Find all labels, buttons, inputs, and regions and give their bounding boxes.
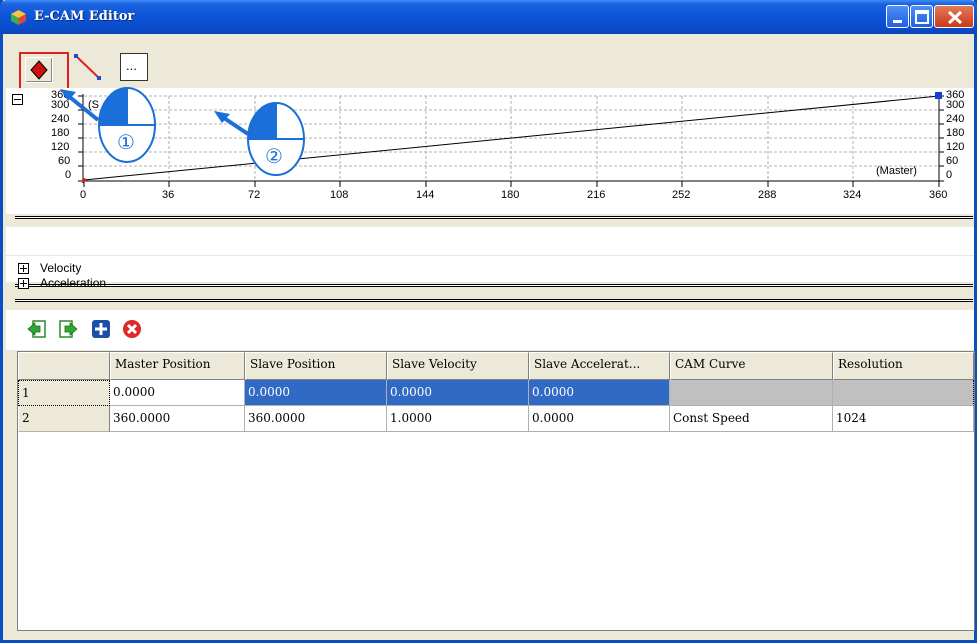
close-button[interactable] <box>934 5 974 28</box>
x-axis-label: (Master) <box>876 165 917 177</box>
column-header-resolution[interactable]: Resolution <box>833 352 974 380</box>
add-point-tool-button[interactable] <box>19 52 69 90</box>
column-header-slave-acceleration[interactable]: Slave Accelerat... <box>529 352 670 380</box>
slave-acceleration-cell[interactable]: 0.0000 <box>529 406 670 432</box>
cam-points-table: Master Position Slave Position Slave Vel… <box>17 351 975 631</box>
status-bar <box>6 631 974 640</box>
maximize-button[interactable] <box>910 5 933 28</box>
more-options-button[interactable]: ... <box>120 53 148 81</box>
cam-curve-cell[interactable]: Const Speed <box>670 406 833 432</box>
end-point <box>935 92 942 99</box>
y-tick-left: 0 <box>65 169 72 181</box>
x-tick: 324 <box>843 189 862 201</box>
point-tool-face <box>25 57 53 83</box>
minimize-icon <box>893 20 902 23</box>
velocity-header[interactable] <box>6 227 974 255</box>
column-header-slave-position[interactable]: Slave Position <box>245 352 387 380</box>
velocity-section-row <box>6 258 974 282</box>
row-index-cell[interactable]: 1 <box>18 380 110 406</box>
red-line-icon <box>74 54 101 80</box>
slave-acceleration-cell[interactable]: 0.0000 <box>529 380 670 406</box>
e-cam-editor-window: E-CAM Editor ... 360 300 240 180 120 60 … <box>0 0 977 643</box>
y-tick-right: 0 <box>946 169 953 181</box>
column-header-slave-velocity[interactable]: Slave Velocity <box>387 352 529 380</box>
more-options-label: ... <box>126 58 137 73</box>
position-chart[interactable] <box>6 88 974 214</box>
y-tick-right: 300 <box>946 99 965 111</box>
y-tick-right: 60 <box>946 155 959 167</box>
table-row[interactable]: 2 360.0000 360.0000 1.0000 0.0000 Const … <box>18 406 974 432</box>
table-header: Master Position Slave Position Slave Vel… <box>18 352 974 380</box>
x-tick: 180 <box>501 189 520 201</box>
acceleration-label[interactable]: Acceleration <box>40 276 106 290</box>
y-tick-left: 60 <box>58 155 71 167</box>
y-tick-right: 180 <box>946 127 965 139</box>
splitter[interactable] <box>15 284 973 287</box>
minimize-button[interactable] <box>886 5 909 28</box>
column-header-cam-curve[interactable]: CAM Curve <box>670 352 833 380</box>
splitter[interactable] <box>15 299 973 302</box>
y-tick-left: 180 <box>51 127 70 139</box>
red-diamond-point-icon <box>30 60 48 80</box>
row-index-cell[interactable]: 2 <box>18 406 110 432</box>
step-1-marker: ① <box>117 132 135 154</box>
y-tick-left: 300 <box>51 99 70 111</box>
velocity-expand-toggle[interactable] <box>18 263 29 274</box>
window-title: E-CAM Editor <box>34 9 135 24</box>
start-point <box>82 178 86 182</box>
x-tick: 72 <box>248 189 261 201</box>
x-tick: 288 <box>758 189 777 201</box>
close-icon <box>947 10 963 25</box>
x-tick: 36 <box>162 189 175 201</box>
master-position-cell[interactable]: 360.0000 <box>110 406 245 432</box>
column-header-master-position[interactable]: Master Position <box>110 352 245 380</box>
splitter[interactable] <box>15 216 973 219</box>
x-tick: 216 <box>587 189 606 201</box>
position-chart-panel: 360 300 240 180 120 60 0 (S 360 300 240 … <box>6 88 974 214</box>
y-tick-right: 120 <box>946 141 965 153</box>
editor-toolbar: ... <box>6 34 974 90</box>
column-header-index[interactable] <box>18 352 110 380</box>
x-tick: 252 <box>672 189 691 201</box>
add-row-icon[interactable] <box>91 319 111 339</box>
import-icon[interactable] <box>27 319 47 339</box>
slave-position-cell[interactable]: 360.0000 <box>245 406 387 432</box>
export-icon[interactable] <box>58 319 78 339</box>
y-tick-left: 120 <box>51 141 70 153</box>
table-toolbar <box>6 310 974 350</box>
app-cube-icon <box>11 10 26 25</box>
line-tool-button[interactable] <box>72 52 102 82</box>
slave-velocity-cell[interactable]: 0.0000 <box>387 380 529 406</box>
cam-curve-cell[interactable] <box>670 380 833 406</box>
resolution-cell[interactable]: 1024 <box>833 406 974 432</box>
y-axis-label: (S <box>88 99 99 111</box>
delete-row-icon[interactable] <box>122 319 142 339</box>
resolution-cell[interactable] <box>833 380 974 406</box>
velocity-label[interactable]: Velocity <box>40 261 81 275</box>
x-tick: 144 <box>416 189 435 201</box>
x-tick: 108 <box>330 189 349 201</box>
acceleration-expand-toggle[interactable] <box>18 278 29 289</box>
x-tick: 0 <box>80 189 87 201</box>
x-tick: 360 <box>929 189 948 201</box>
y-tick-right: 240 <box>946 113 965 125</box>
title-bar[interactable]: E-CAM Editor <box>0 0 977 34</box>
slave-position-cell[interactable]: 0.0000 <box>245 380 387 406</box>
slave-velocity-cell[interactable]: 1.0000 <box>387 406 529 432</box>
table-row[interactable]: 1 0.0000 0.0000 0.0000 0.0000 <box>18 380 974 406</box>
y-tick-left: 240 <box>51 113 70 125</box>
master-position-cell[interactable]: 0.0000 <box>110 380 245 406</box>
step-2-marker: ② <box>265 146 283 168</box>
maximize-icon <box>915 10 929 24</box>
